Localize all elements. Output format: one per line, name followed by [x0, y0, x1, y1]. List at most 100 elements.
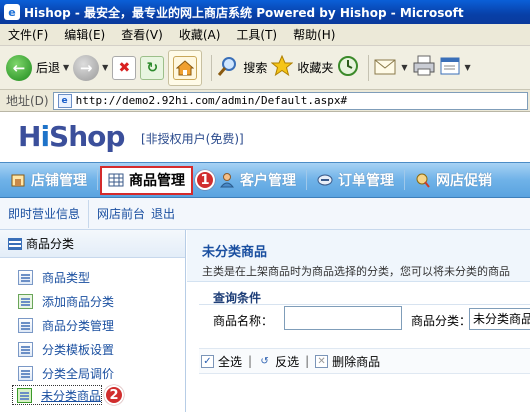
sidebar-item-label: 未分类商品 — [41, 388, 102, 403]
nav-product-label: 商品管理 — [129, 173, 185, 189]
page-title: 未分类商品 — [202, 245, 268, 260]
mail-dropdown-icon[interactable]: ▼ — [401, 63, 407, 72]
list-icon — [8, 237, 22, 250]
menu-edit[interactable]: 编辑(E) — [56, 26, 113, 43]
sidebar-item-add-category[interactable]: 添加商品分类 — [0, 289, 185, 313]
search-icon — [217, 55, 239, 80]
forward-button[interactable]: → ▼ — [73, 50, 108, 86]
window-titlebar: e Hishop - 最安全，最专业的网上商店系统 Powered by His… — [0, 0, 530, 24]
step-2-callout: 2 — [104, 385, 125, 405]
category-label: 商品分类： — [411, 314, 472, 328]
sidebar-title: 商品分类 — [26, 237, 75, 251]
link-logout[interactable]: 退出 — [147, 205, 183, 222]
search-button[interactable]: 搜索 — [217, 50, 267, 86]
toolbar-divider — [368, 54, 370, 81]
checkbox-icon: ✓ — [201, 354, 214, 368]
edit-document-icon — [18, 317, 33, 333]
nav-store-management[interactable]: 店铺管理 — [0, 162, 97, 198]
home-icon — [173, 55, 198, 80]
delete-label: 删除商品 — [332, 354, 381, 369]
product-name-input[interactable] — [284, 306, 402, 330]
link-storefront[interactable]: 网店前台 — [89, 205, 147, 222]
sidebar-header: 商品分类 — [0, 230, 185, 258]
page-icon: e — [57, 93, 72, 108]
invert-selection-button[interactable]: ↺ 反选 — [258, 353, 299, 370]
nav-divider — [97, 170, 98, 190]
mail-button[interactable]: ▼ — [374, 50, 408, 86]
store-icon — [10, 172, 26, 188]
menu-help[interactable]: 帮助(H) — [285, 26, 343, 43]
license-status: [非授权用户(免费)] — [141, 132, 244, 146]
refresh-arrow-icon: ↺ — [260, 355, 269, 367]
menu-favorites[interactable]: 收藏(A) — [171, 26, 229, 43]
refresh-icon: ↻ — [140, 55, 165, 80]
menu-tools[interactable]: 工具(T) — [228, 26, 285, 43]
sidebar-item-label: 商品类型 — [42, 270, 91, 285]
nav-order-label: 订单管理 — [338, 173, 394, 189]
category-select[interactable]: 未分类商品 — [469, 308, 530, 330]
grid-icon — [108, 172, 124, 188]
history-button[interactable] — [337, 50, 359, 86]
price-icon — [18, 365, 33, 381]
select-all-label: 全选 — [218, 354, 243, 369]
edit-page-icon — [440, 56, 462, 79]
nav-store-label: 店铺管理 — [31, 173, 87, 189]
sidebar-item-global-price-adjust[interactable]: 分类全局调价 — [0, 361, 185, 385]
select-all-button[interactable]: ✓ 全选 — [201, 353, 242, 370]
action-divider: | — [305, 354, 310, 368]
mail-icon — [374, 56, 398, 79]
main-nav: 店铺管理 商品管理 1 客户管理 订单管理 网店促销 — [0, 162, 530, 198]
address-url[interactable]: http://demo2.92hi.com/admin/Default.aspx… — [76, 94, 348, 107]
hishop-logo: HiShop — [18, 120, 125, 153]
sidebar: 商品分类 商品类型 添加商品分类 商品分类管理 分类模板设置 分类全局调价 未分… — [0, 230, 186, 412]
forward-arrow-icon: → — [73, 54, 100, 81]
favorites-label: 收藏夹 — [297, 61, 334, 75]
address-bar: 地址(D) e http://demo2.92hi.com/admin/Defa… — [0, 90, 530, 112]
star-icon — [270, 54, 294, 80]
print-button[interactable] — [412, 50, 436, 86]
nav-customer-management[interactable]: 客户管理 — [215, 162, 306, 198]
sidebar-selected-row: 未分类商品 2 — [0, 385, 185, 405]
promotion-icon — [415, 172, 431, 188]
sidebar-item-label: 商品分类管理 — [42, 318, 115, 333]
refresh-button[interactable]: ↻ — [140, 50, 165, 86]
sidebar-item-label: 分类全局调价 — [42, 366, 115, 381]
browser-toolbar: ← 后退 ▼ → ▼ ✖ ↻ 搜索 收藏夹 ▼ ▼ — [0, 46, 530, 90]
back-button[interactable]: ← 后退 ▼ — [6, 50, 69, 86]
content-header: 未分类商品 主类是在上架商品时为商品选择的分类，您可以将未分类的商品 — [187, 230, 530, 282]
home-button[interactable] — [168, 49, 203, 86]
nav-order-management[interactable]: 订单管理 — [307, 162, 404, 198]
action-divider: | — [248, 354, 253, 368]
query-divider — [199, 304, 530, 305]
back-dropdown-icon[interactable]: ▼ — [63, 63, 69, 72]
ie-icon: e — [4, 4, 20, 20]
product-name-label: 商品名称： — [213, 314, 274, 328]
forward-dropdown-icon[interactable]: ▼ — [102, 63, 108, 72]
stop-icon: ✖ — [112, 55, 137, 80]
printer-icon — [412, 55, 436, 80]
sidebar-item-product-type[interactable]: 商品类型 — [0, 265, 185, 289]
document-icon — [18, 269, 33, 285]
step-1-callout: 1 — [195, 170, 215, 190]
uncategorized-icon — [17, 387, 32, 403]
menu-file[interactable]: 文件(F) — [0, 26, 56, 43]
address-input[interactable]: e http://demo2.92hi.com/admin/Default.as… — [52, 91, 528, 110]
sidebar-item-uncategorized[interactable]: 未分类商品 — [12, 385, 103, 405]
menu-view[interactable]: 查看(V) — [113, 26, 171, 43]
edit-dropdown-icon[interactable]: ▼ — [465, 63, 471, 72]
nav-promotion[interactable]: 网店促销 — [405, 162, 502, 198]
favorites-button[interactable]: 收藏夹 — [270, 50, 334, 86]
sidebar-item-label: 添加商品分类 — [42, 294, 115, 309]
stop-button[interactable]: ✖ — [112, 50, 137, 86]
edit-button[interactable]: ▼ — [440, 50, 471, 86]
sidebar-item-template-settings[interactable]: 分类模板设置 — [0, 337, 185, 361]
back-arrow-icon: ← — [6, 54, 32, 81]
delete-products-button[interactable]: ✕ 删除商品 — [315, 353, 380, 370]
action-bar: ✓ 全选 | ↺ 反选 | ✕ 删除商品 — [199, 348, 530, 374]
link-realtime-business[interactable]: 即时营业信息 — [0, 205, 88, 222]
sidebar-item-category-management[interactable]: 商品分类管理 — [0, 313, 185, 337]
nav-product-management[interactable]: 商品管理 — [100, 165, 193, 195]
nav-customer-label: 客户管理 — [240, 173, 296, 189]
address-label: 地址(D) — [6, 94, 49, 108]
site-header: HiShop [非授权用户(免费)] — [0, 112, 530, 162]
